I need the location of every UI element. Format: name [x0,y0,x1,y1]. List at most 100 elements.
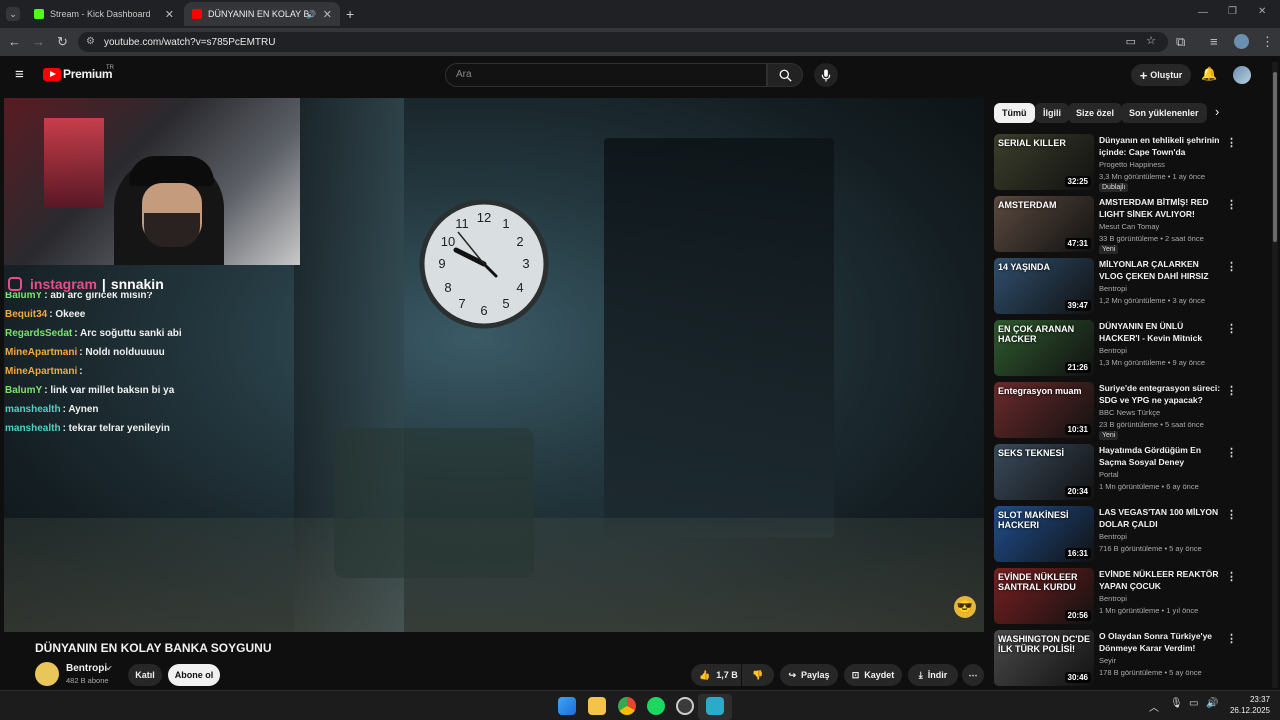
file-explorer-icon[interactable] [588,697,606,715]
notifications-bell-icon[interactable]: 🔔 [1201,66,1217,82]
video-thumbnail[interactable]: SERIAL KILLER 32:25 [994,134,1094,190]
voice-search-button[interactable] [814,63,838,87]
browser-menu-icon[interactable]: ⋮ [1261,34,1274,50]
dislike-button[interactable]: 👎 [742,664,774,686]
recommended-video[interactable]: EN ÇOK ARANAN HACKER 21:26 DÜNYANIN EN ÜNL… [994,320,1274,378]
address-bar[interactable]: ⚙ youtube.com/watch?v=s785PcEMTRU ▭ ☆ [78,32,1168,52]
close-icon[interactable]: ✕ [165,8,174,21]
youtube-logo-text[interactable]: Premium [63,67,113,81]
site-info-icon[interactable]: ⚙ [86,36,95,47]
volume-icon[interactable]: 🔊 [1206,698,1218,709]
restore-button[interactable]: ❐ [1228,6,1237,17]
channel-avatar[interactable] [35,662,59,686]
more-vertical-icon[interactable]: ⋮ [1226,260,1237,273]
recommended-video-title[interactable]: Dünyanın en tehlikeli şehrinin içinde: C… [1099,134,1224,158]
more-actions-button[interactable]: ⋯ [962,664,984,686]
more-vertical-icon[interactable]: ⋮ [1226,632,1237,645]
cast-icon[interactable]: ▭ [1126,35,1136,48]
bookmark-star-icon[interactable]: ☆ [1146,34,1156,47]
tab-search-button[interactable]: ⌄ [6,7,20,21]
recommended-channel-name[interactable]: Bentropi [1099,284,1127,293]
video-thumbnail[interactable]: 14 YAŞINDA 39:47 [994,258,1094,314]
more-vertical-icon[interactable]: ⋮ [1226,446,1237,459]
recommended-video[interactable]: SLOT MAKİNESİ HACKERI 16:31 LAS VEGAS'TAN … [994,506,1274,564]
page-scrollbar[interactable] [1272,62,1278,688]
search-input[interactable]: Ara [445,63,767,87]
recommended-video-title[interactable]: Hayatımda Gördüğüm En Saçma Sosyal Deney [1099,444,1224,468]
recommended-video-title[interactable]: Suriye'de entegrasyon süreci: SDG ve YPG… [1099,382,1224,406]
video-thumbnail[interactable]: Entegrasyon muam 10:31 [994,382,1094,438]
profile-avatar[interactable] [1234,34,1249,49]
video-player[interactable]: 12 3 6 9 12 45 7 8 10 11 instagram | snnakin Ba… [4,98,984,632]
windows-start-icon[interactable] [558,697,576,715]
chip-all[interactable]: Tümü [994,103,1035,123]
recommended-channel-name[interactable]: Progetto Happiness [1099,160,1165,169]
back-icon[interactable]: ← [8,34,21,49]
video-thumbnail[interactable]: AMSTERDAM 47:31 [994,196,1094,252]
chip-for-you[interactable]: Size özel [1068,103,1123,123]
join-button[interactable]: Katıl [128,664,162,686]
subscribe-button[interactable]: Abone ol [168,664,220,686]
recommended-video[interactable]: SERIAL KILLER 32:25 Dünyanın en tehlikeli … [994,134,1274,192]
obs-icon[interactable] [676,697,694,715]
recommended-video-title[interactable]: DÜNYANIN EN ÜNLÜ HACKER'I - Kevin Mitnic… [1099,320,1224,344]
recommended-channel-name[interactable]: Bentropi [1099,346,1127,355]
network-icon[interactable]: ▭ [1189,698,1198,709]
minimize-button[interactable]: — [1198,7,1208,18]
video-thumbnail[interactable]: WASHINGTON DC'DE İLK TÜRK POLİSİ! 30:46 [994,630,1094,686]
video-thumbnail[interactable]: EVİNDE NÜKLEER SANTRAL KURDU 20:56 [994,568,1094,624]
reload-icon[interactable]: ↻ [57,34,68,50]
recommended-video[interactable]: 14 YAŞINDA 39:47 MİLYONLAR ÇALARKEN VLOG Ç… [994,258,1274,316]
recommended-channel-name[interactable]: Portal [1099,470,1119,479]
recommended-channel-name[interactable]: BBC News Türkçe [1099,408,1160,417]
reading-list-icon[interactable]: ≡ [1210,34,1218,49]
recommended-video[interactable]: WASHINGTON DC'DE İLK TÜRK POLİSİ! 30:46 O … [994,630,1274,688]
forward-icon[interactable]: → [32,34,45,49]
tab-youtube-video[interactable]: DÜNYANIN EN KOLAY BANK 🔊 ✕ [184,2,340,26]
save-button[interactable]: ⊡ Kaydet [844,664,902,686]
download-button[interactable]: ⤓ İndir [908,664,958,686]
chrome-icon[interactable] [618,697,636,715]
recommended-video-title[interactable]: MİLYONLAR ÇALARKEN VLOG ÇEKEN DAHİ HIRSI… [1099,258,1224,282]
recommended-video-title[interactable]: LAS VEGAS'TAN 100 MİLYON DOLAR ÇALDI [1099,506,1224,530]
video-thumbnail[interactable]: SLOT MAKİNESİ HACKERI 16:31 [994,506,1094,562]
recommended-video-title[interactable]: EVİNDE NÜKLEER REAKTÖR YAPAN ÇOCUK [1099,568,1224,592]
extensions-icon[interactable]: ⧉ [1176,34,1185,50]
more-vertical-icon[interactable]: ⋮ [1226,570,1237,583]
create-button[interactable]: + Oluştur [1131,64,1191,86]
recommended-video[interactable]: SEKS TEKNESİ 20:34 Hayatımda Gördüğüm En S… [994,444,1274,502]
clock[interactable]: 23:37 26.12.2025 [1228,694,1270,716]
recommended-video[interactable]: Entegrasyon muam 10:31 Suriye'de entegrasy… [994,382,1274,440]
more-vertical-icon[interactable]: ⋮ [1226,384,1237,397]
recommended-video-title[interactable]: O Olaydan Sonra Türkiye'ye Dönmeye Karar… [1099,630,1224,654]
recommended-video[interactable]: AMSTERDAM 47:31 AMSTERDAM BİTMİŞ! RED LIGH… [994,196,1274,254]
new-tab-button[interactable]: + [346,6,354,22]
audio-playing-icon[interactable]: 🔊 [306,10,316,19]
recommended-video[interactable]: EVİNDE NÜKLEER SANTRAL KURDU 20:56 EVİNDE … [994,568,1274,626]
more-vertical-icon[interactable]: ⋮ [1226,198,1237,211]
chevron-right-icon[interactable]: › [1215,104,1219,119]
search-button[interactable] [767,63,803,87]
recommended-channel-name[interactable]: Mesut Can Tomay [1099,222,1159,231]
recommended-video-title[interactable]: AMSTERDAM BİTMİŞ! RED LIGHT SİNEK AVLIYO… [1099,196,1224,220]
window-close-button[interactable]: ✕ [1258,6,1266,17]
youtube-logo-icon[interactable] [43,68,61,81]
more-vertical-icon[interactable]: ⋮ [1226,322,1237,335]
recommended-channel-name[interactable]: Bentropi [1099,532,1127,541]
hamburger-menu-icon[interactable]: ≡ [15,66,24,83]
video-thumbnail[interactable]: SEKS TEKNESİ 20:34 [994,444,1094,500]
tray-overflow-icon[interactable]: ︿ [1149,699,1159,714]
share-button[interactable]: ↪ Paylaş [780,664,838,686]
video-thumbnail[interactable]: EN ÇOK ARANAN HACKER 21:26 [994,320,1094,376]
channel-name[interactable]: Bentropi [66,663,107,674]
close-icon[interactable]: ✕ [323,8,332,21]
recommended-channel-name[interactable]: Bentropi [1099,594,1127,603]
account-avatar[interactable] [1233,66,1251,84]
recommended-channel-name[interactable]: Seyir [1099,656,1116,665]
like-button[interactable]: 👍 1,7 B [691,664,741,686]
more-vertical-icon[interactable]: ⋮ [1226,508,1237,521]
more-vertical-icon[interactable]: ⋮ [1226,136,1237,149]
tab-kick-dashboard[interactable]: Stream - Kick Dashboard ✕ [26,2,182,26]
chip-related[interactable]: İlgili [1035,103,1069,123]
chip-recently-uploaded[interactable]: Son yüklenenler [1121,103,1207,123]
